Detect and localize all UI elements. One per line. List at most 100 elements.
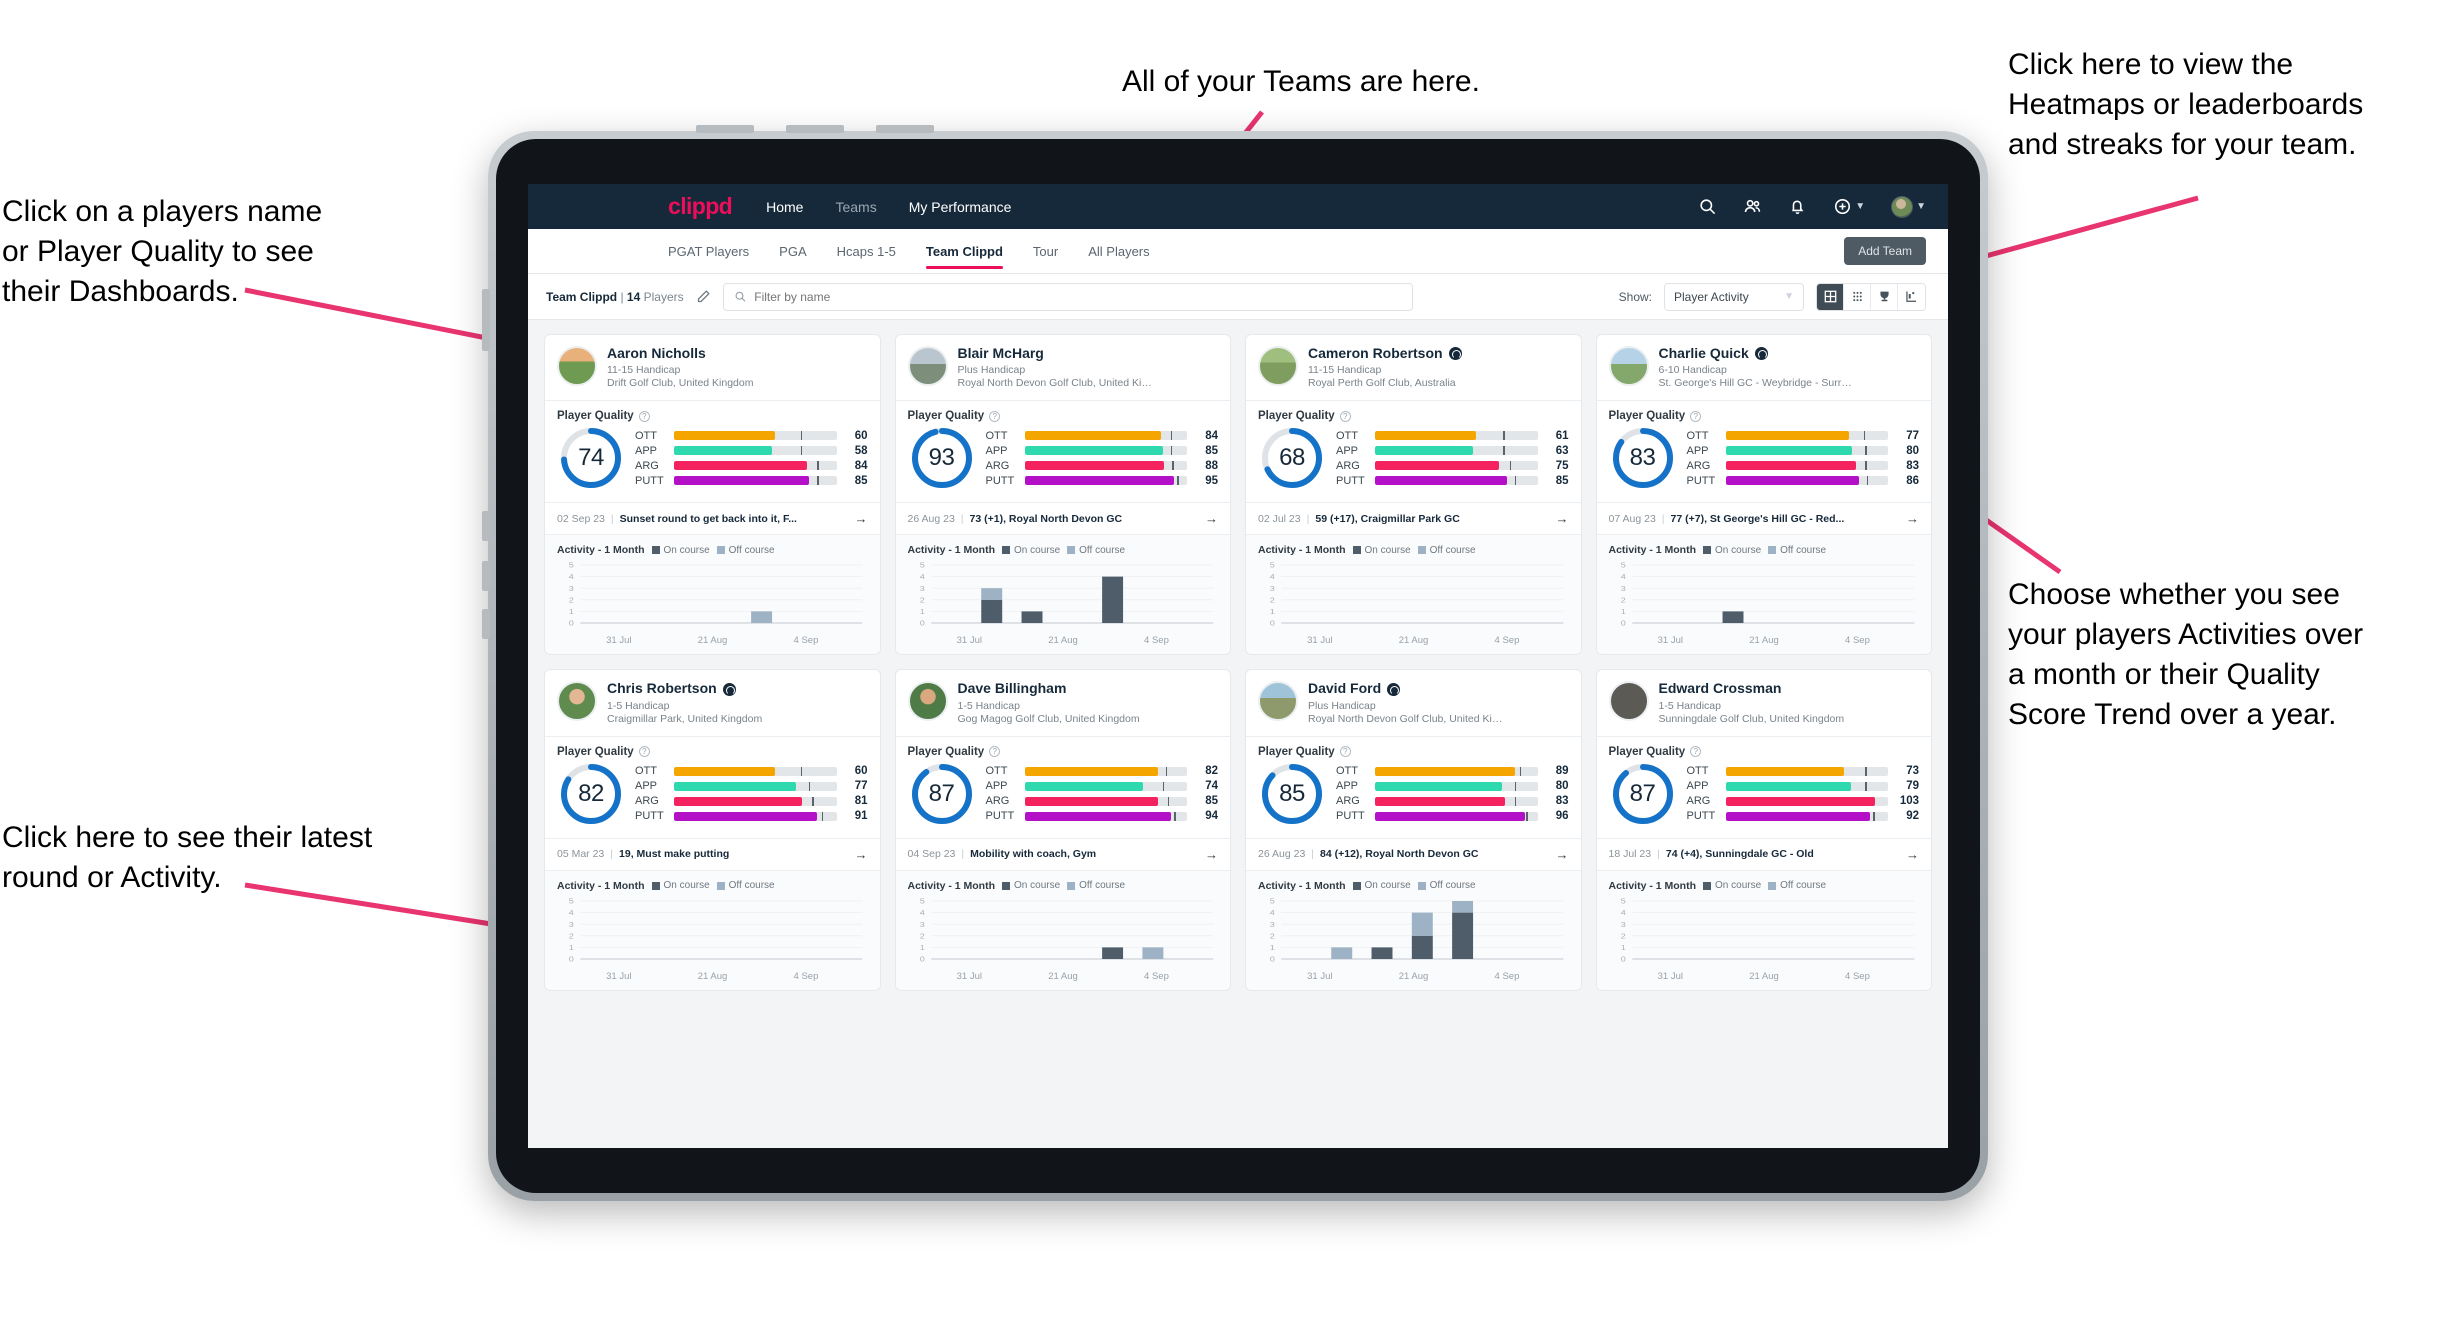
player-quality-section[interactable]: Player Quality? 93 OTT 84 APP 85 ARG 88 PUTT 95 bbox=[895, 400, 1230, 502]
latest-round-row[interactable]: 02 Sep 23 | Sunset round to get back into … bbox=[545, 502, 880, 534]
player-card[interactable]: Aaron Nicholls 11-15 Handicap Drift Golf C… bbox=[544, 334, 881, 656]
player-name[interactable]: Edward Crossman bbox=[1659, 680, 1782, 696]
player-quality-section[interactable]: Player Quality? 74 OTT 60 APP 58 ARG 84 PUTT 85 bbox=[545, 400, 880, 502]
help-icon[interactable]: ? bbox=[1690, 410, 1702, 422]
arrow-right-icon[interactable]: → bbox=[851, 847, 868, 862]
add-menu[interactable]: ▼ bbox=[1833, 197, 1865, 216]
player-quality-section[interactable]: Player Quality? 87 OTT 73 APP 79 ARG 103 PUTT 92 bbox=[1596, 735, 1931, 838]
svg-text:3: 3 bbox=[1620, 921, 1626, 929]
metric-value: 74 bbox=[1205, 780, 1218, 793]
player-quality-section[interactable]: Player Quality? 83 OTT 77 APP 80 ARG 83 PUTT 86 bbox=[1596, 400, 1931, 502]
help-icon[interactable]: ? bbox=[1690, 746, 1702, 758]
player-name[interactable]: Blair McHarg bbox=[958, 345, 1044, 361]
player-card[interactable]: Dave Billingham 1-5 Handicap Gog Magog Gol… bbox=[894, 669, 1231, 991]
search-box[interactable] bbox=[722, 282, 1413, 311]
device-button-top-2 bbox=[786, 125, 844, 133]
player-name[interactable]: Dave Billingham bbox=[958, 680, 1067, 696]
player-card[interactable]: Blair McHarg Plus Handicap Royal North Dev… bbox=[894, 334, 1231, 656]
metric-track bbox=[1024, 766, 1187, 776]
metric-value: 85 bbox=[1555, 474, 1569, 487]
tab-hcaps-1-5[interactable]: Hcaps 1-5 bbox=[837, 229, 896, 273]
player-card[interactable]: Charlie Quick 6-10 Handicap St. George's H… bbox=[1595, 334, 1932, 656]
arrow-right-icon[interactable]: → bbox=[1902, 511, 1919, 526]
clippd-logo[interactable]: clippd bbox=[668, 193, 733, 220]
player-quality-section[interactable]: Player Quality? 68 OTT 61 APP 63 ARG 75 PUTT 85 bbox=[1246, 400, 1581, 502]
metric-bars: OTT 73 APP 79 ARG 103 PUTT 92 bbox=[1687, 765, 1920, 822]
metric-benchmark-tick bbox=[1519, 766, 1522, 776]
help-icon[interactable]: ? bbox=[989, 410, 1001, 422]
bell-icon[interactable] bbox=[1788, 197, 1807, 216]
account-menu[interactable]: ▼ bbox=[1891, 195, 1926, 218]
help-icon[interactable]: ? bbox=[1339, 746, 1351, 758]
nav-link-my-performance[interactable]: My Performance bbox=[909, 199, 1012, 215]
player-card[interactable]: Edward Crossman 1-5 Handicap Sunningdale G… bbox=[1595, 669, 1932, 991]
arrow-right-icon[interactable]: → bbox=[1902, 847, 1919, 862]
edit-pencil-icon[interactable] bbox=[696, 289, 711, 304]
legend-on-course: On course bbox=[651, 545, 710, 556]
latest-round-row[interactable]: 07 Aug 23 | 77 (+7), St George's Hill GC -… bbox=[1596, 502, 1931, 534]
arrow-right-icon[interactable]: → bbox=[1201, 847, 1218, 862]
nav-link-home[interactable]: Home bbox=[766, 199, 803, 215]
player-quality-section[interactable]: Player Quality? 87 OTT 82 APP 74 ARG 85 PUTT 94 bbox=[895, 735, 1230, 838]
arrow-right-icon[interactable]: → bbox=[851, 511, 868, 526]
latest-round-row[interactable]: 18 Jul 23 | 74 (+4), Sunningdale GC - Old → bbox=[1596, 837, 1931, 870]
avatar[interactable] bbox=[907, 681, 948, 722]
metric-value: 94 bbox=[1205, 810, 1218, 823]
player-name[interactable]: Aaron Nicholls bbox=[607, 345, 706, 361]
legend-swatch-off bbox=[1768, 881, 1777, 890]
player-card[interactable]: Chris Robertson 1-5 Handicap Craigmillar P… bbox=[544, 669, 881, 991]
add-team-button[interactable]: Add Team bbox=[1844, 237, 1926, 265]
latest-round-row[interactable]: 05 Mar 23 | 19, Must make putting → bbox=[545, 837, 880, 870]
tab-pgat-players[interactable]: PGAT Players bbox=[668, 229, 749, 273]
help-icon[interactable]: ? bbox=[989, 746, 1001, 758]
latest-round-row[interactable]: 26 Aug 23 | 84 (+12), Royal North Devon GC… bbox=[1246, 837, 1581, 870]
tab-pga[interactable]: PGA bbox=[779, 229, 806, 273]
player-name[interactable]: Chris Robertson bbox=[607, 680, 717, 696]
tab-all-players[interactable]: All Players bbox=[1088, 229, 1149, 273]
metric-value: 83 bbox=[1555, 795, 1569, 808]
metric-label: PUTT bbox=[1336, 474, 1365, 487]
arrow-right-icon[interactable]: → bbox=[1201, 511, 1218, 526]
latest-round-row[interactable]: 26 Aug 23 | 73 (+1), Royal North Devon GC → bbox=[895, 502, 1230, 534]
player-card[interactable]: Cameron Robertson 11-15 Handicap Royal Per… bbox=[1245, 334, 1582, 656]
help-icon[interactable]: ? bbox=[1339, 410, 1351, 422]
avatar[interactable] bbox=[557, 681, 597, 722]
player-quality-section[interactable]: Player Quality? 82 OTT 60 APP 77 ARG 81 PUTT 91 bbox=[545, 735, 880, 838]
show-select[interactable]: Player Activity ▼ bbox=[1664, 282, 1804, 311]
help-icon[interactable]: ? bbox=[638, 410, 650, 422]
player-quality-section[interactable]: Player Quality? 85 OTT 89 APP 80 ARG 83 PUTT 96 bbox=[1246, 735, 1581, 838]
avatar[interactable] bbox=[1258, 681, 1298, 722]
arrow-right-icon[interactable]: → bbox=[1552, 511, 1569, 526]
plus-circle-icon[interactable] bbox=[1833, 197, 1852, 216]
nav-link-teams[interactable]: Teams bbox=[835, 199, 876, 215]
avatar[interactable] bbox=[1608, 681, 1649, 722]
player-info: Aaron Nicholls 11-15 Handicap Drift Golf C… bbox=[607, 345, 753, 389]
heatmap-chart-icon[interactable] bbox=[1898, 283, 1925, 310]
latest-round-row[interactable]: 02 Jul 23 | 59 (+17), Craigmillar Park GC → bbox=[1246, 502, 1581, 534]
avatar[interactable] bbox=[557, 346, 597, 386]
grid-view-icon[interactable] bbox=[1817, 283, 1844, 310]
player-name[interactable]: Cameron Robertson bbox=[1308, 345, 1443, 361]
tab-tour[interactable]: Tour bbox=[1033, 229, 1058, 273]
dots-grid-icon[interactable] bbox=[1844, 283, 1871, 310]
avatar[interactable] bbox=[1891, 195, 1914, 218]
latest-round-row[interactable]: 04 Sep 23 | Mobility with coach, Gym → bbox=[895, 837, 1230, 870]
tab-team-clippd[interactable]: Team Clippd bbox=[925, 229, 1003, 273]
avatar[interactable] bbox=[1608, 346, 1649, 386]
player-name[interactable]: Charlie Quick bbox=[1659, 345, 1749, 361]
search-input[interactable] bbox=[754, 289, 1402, 304]
people-icon[interactable] bbox=[1743, 197, 1762, 216]
trophy-icon[interactable] bbox=[1871, 283, 1898, 310]
metric-track bbox=[1024, 446, 1187, 456]
help-icon[interactable]: ? bbox=[638, 746, 650, 758]
avatar[interactable] bbox=[1258, 346, 1298, 386]
player-card[interactable]: David Ford Plus Handicap Royal North Devon… bbox=[1245, 669, 1582, 991]
activity-bar-chart: 0 1 2 3 4 5 bbox=[1609, 897, 1920, 969]
svg-text:0: 0 bbox=[1270, 955, 1276, 963]
metric-fill bbox=[1725, 431, 1849, 441]
player-quality-body: 74 OTT 60 APP 58 ARG 84 PUTT 85 bbox=[557, 424, 868, 492]
avatar[interactable] bbox=[907, 346, 948, 386]
arrow-right-icon[interactable]: → bbox=[1552, 847, 1569, 862]
search-icon[interactable] bbox=[1698, 197, 1717, 216]
player-name[interactable]: David Ford bbox=[1308, 680, 1381, 696]
